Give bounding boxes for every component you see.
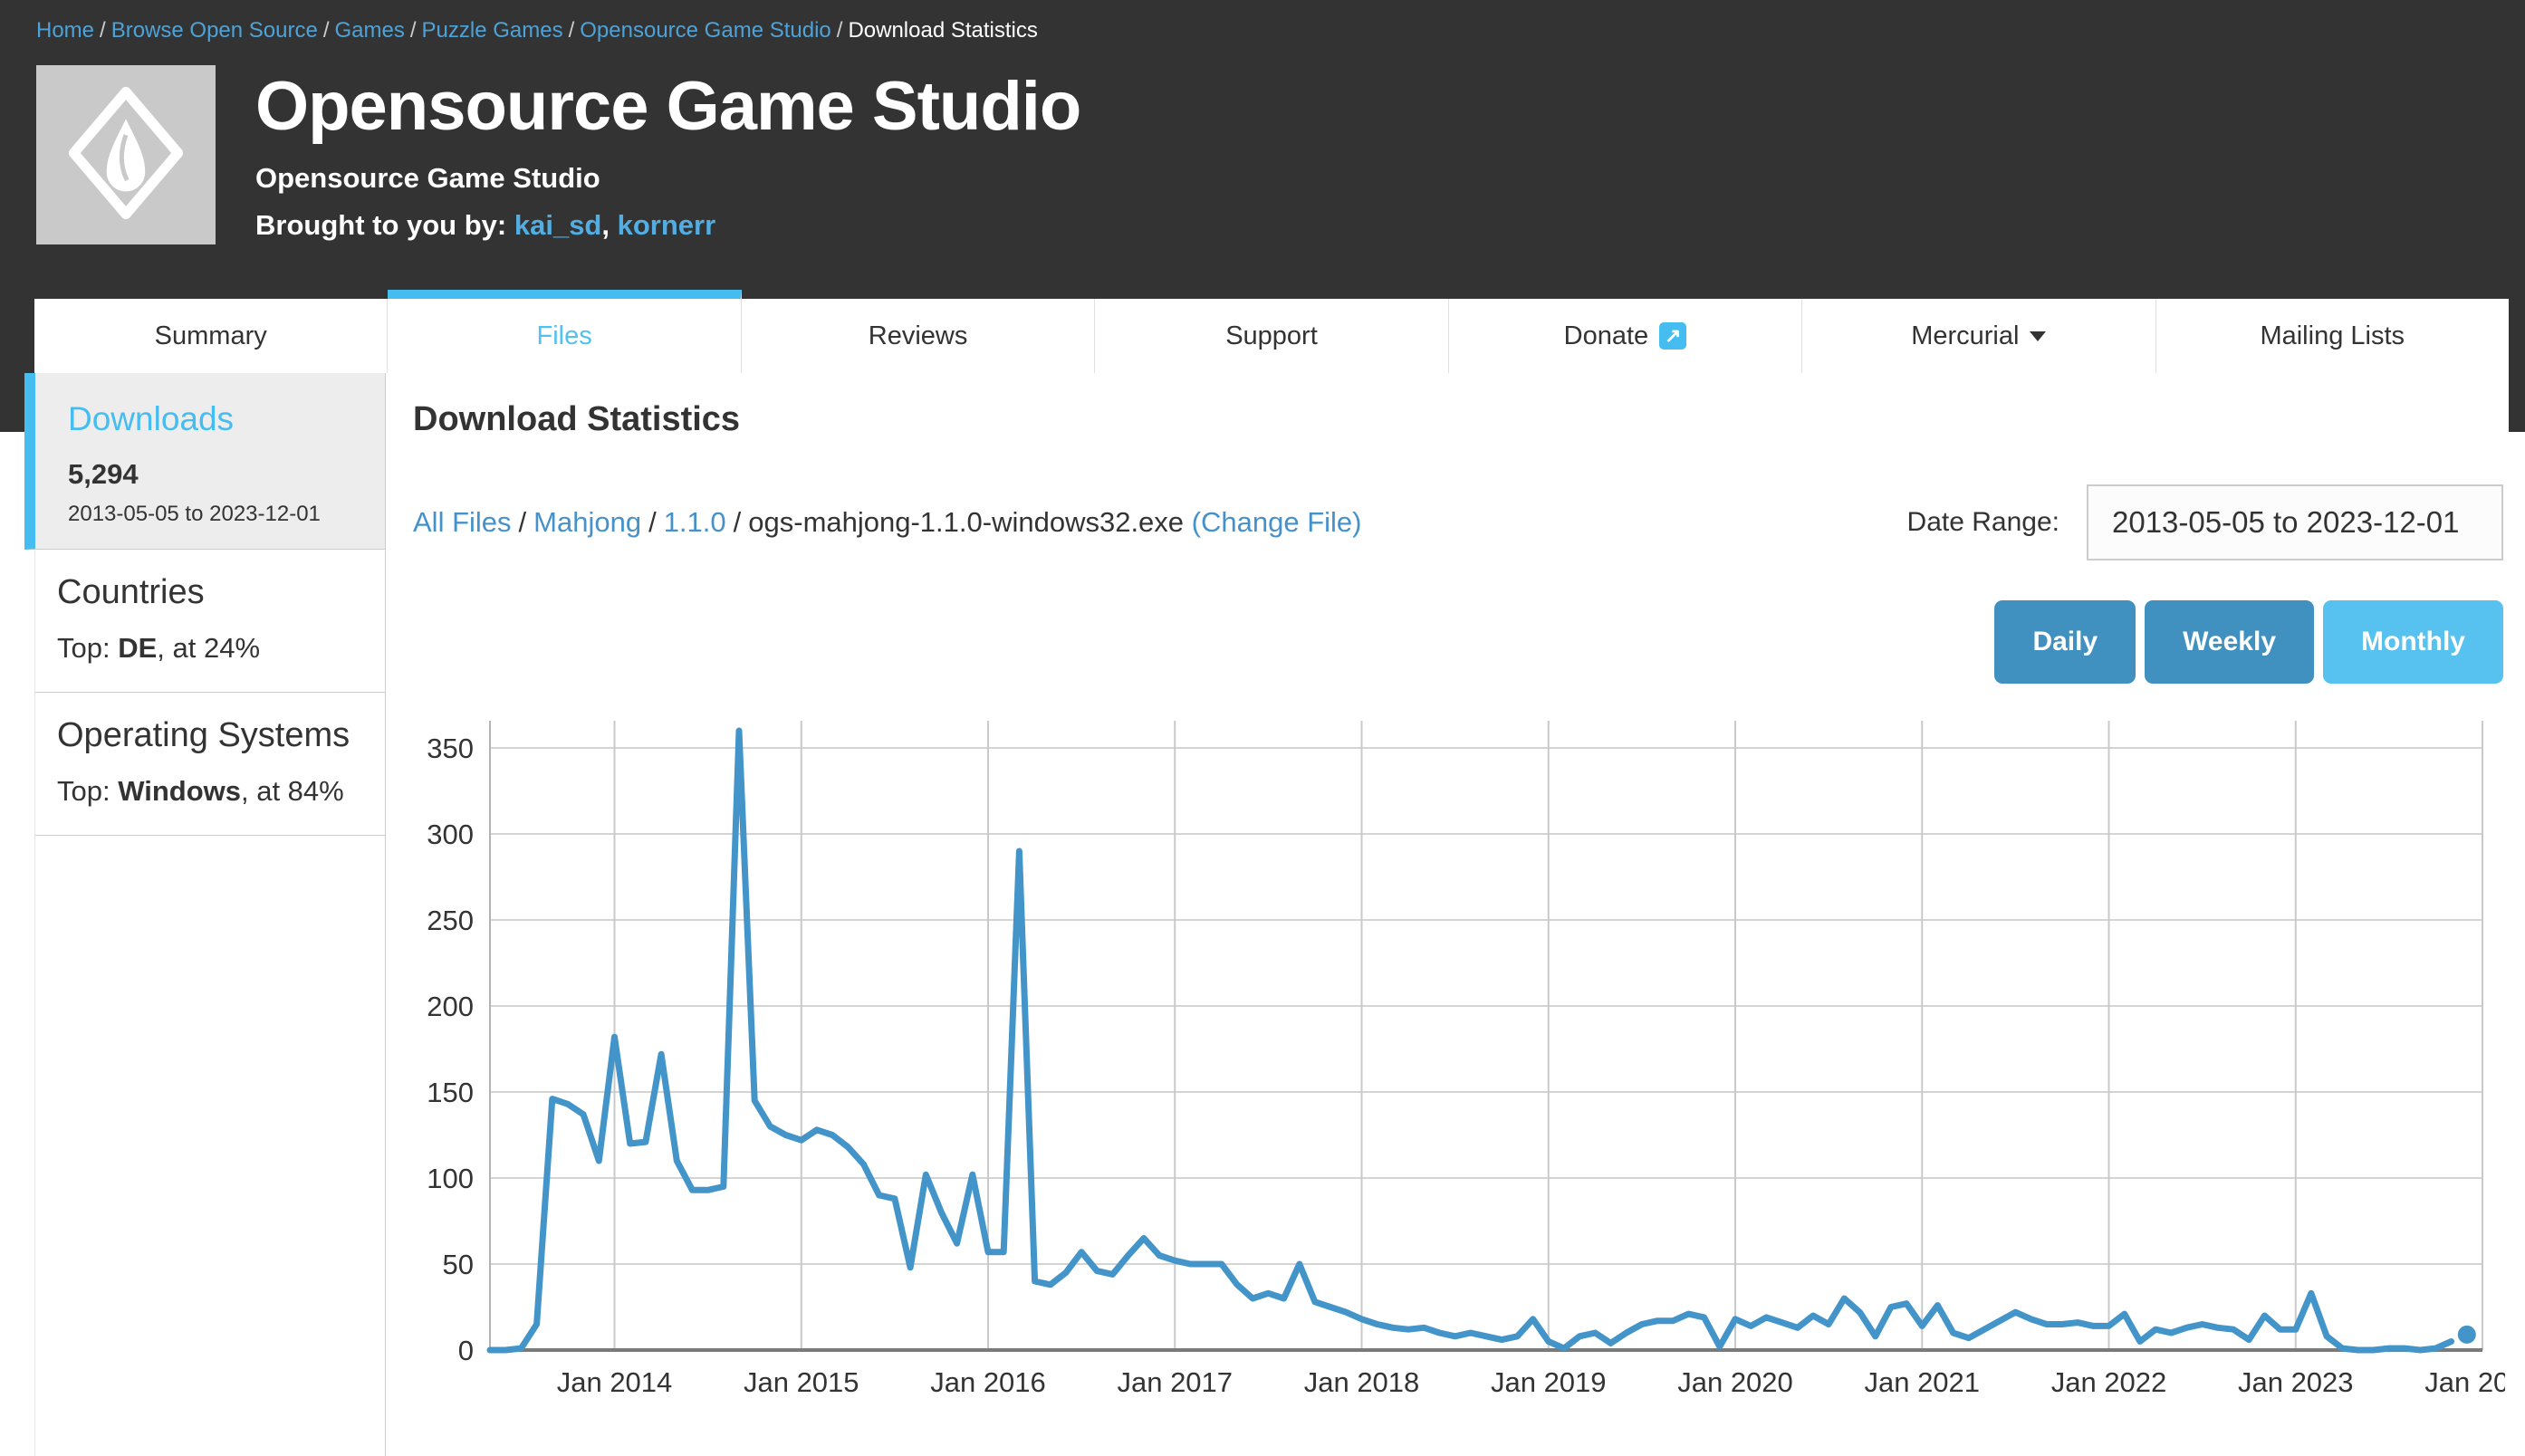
download-statistics-heading: Download Statistics [413, 400, 2509, 439]
breadcrumb-link-puzzle-games[interactable]: Puzzle Games [422, 18, 563, 43]
svg-text:Jan 2018: Jan 2018 [1304, 1366, 1420, 1398]
svg-text:Jan 2014: Jan 2014 [557, 1366, 673, 1398]
svg-text:150: 150 [427, 1077, 474, 1108]
file-breadcrumb-separator: / [641, 506, 664, 538]
content-panel: Downloads 5,294 2013-05-05 to 2023-12-01… [34, 373, 2509, 1456]
sidebar-item-operating-systems[interactable]: Operating Systems Top: Windows, at 84% [35, 693, 385, 836]
sidebar-countries-title: Countries [57, 573, 363, 612]
downloads-chart-container: 0 50 100 150 200 250 300 350 Jan 2014 Jan 2015 Jan… [413, 707, 2509, 1432]
stats-sidebar: Downloads 5,294 2013-05-05 to 2023-12-01… [34, 373, 386, 1456]
svg-text:Jan 2015: Jan 2015 [744, 1366, 859, 1398]
breadcrumb: Home/Browse Open Source/Games/Puzzle Gam… [0, 0, 2525, 56]
file-breadcrumb-file-name: ogs-mahjong-1.1.0-windows32.exe [748, 506, 1184, 538]
breadcrumb-link-games[interactable]: Games [335, 18, 405, 43]
file-breadcrumb-mahjong[interactable]: Mahjong [533, 506, 641, 538]
monthly-button[interactable]: Monthly [2323, 600, 2503, 684]
project-logo [36, 65, 216, 244]
svg-text:250: 250 [427, 905, 474, 936]
download-statistics-page: Home/Browse Open Source/Games/Puzzle Gam… [0, 0, 2525, 1456]
main-area: Download Statistics All Files/Mahjong/1.… [386, 373, 2509, 1456]
granularity-buttons: Daily Weekly Monthly [413, 600, 2509, 684]
project-titles: Opensource Game Studio Opensource Game S… [255, 65, 1080, 244]
breadcrumb-link-home[interactable]: Home [36, 18, 94, 43]
breadcrumb-separator: / [831, 18, 849, 43]
brought-by-label: Brought to you by: [255, 209, 506, 241]
ogs-diamond-drop-icon [67, 85, 185, 225]
svg-text:300: 300 [427, 819, 474, 850]
maintainer-link-kornerr[interactable]: kornerr [618, 209, 716, 241]
change-file-link[interactable]: (Change File) [1192, 506, 1362, 538]
tab-donate-label: Donate [1564, 321, 1649, 351]
weekly-button[interactable]: Weekly [2145, 600, 2314, 684]
breadcrumb-separator: / [318, 18, 335, 43]
tab-summary-label: Summary [155, 321, 267, 351]
file-breadcrumb: All Files/Mahjong/1.1.0/ogs-mahjong-1.1.… [413, 506, 1361, 539]
tab-files-label: Files [537, 321, 592, 351]
sidebar-os-top: Top: Windows, at 84% [57, 775, 363, 808]
sidebar-os-title: Operating Systems [57, 716, 363, 755]
svg-text:0: 0 [458, 1335, 474, 1366]
file-breadcrumb-separator: / [512, 506, 534, 538]
svg-text:350: 350 [427, 733, 474, 764]
sidebar-item-countries[interactable]: Countries Top: DE, at 24% [35, 550, 385, 693]
project-title-block: Opensource Game Studio Opensource Game S… [0, 56, 2525, 290]
svg-text:200: 200 [427, 991, 474, 1022]
sidebar-downloads-title: Downloads [68, 400, 363, 438]
breadcrumb-separator: / [563, 18, 581, 43]
project-tabs: Summary Files Reviews Support Donate ↗ Me… [34, 290, 2509, 373]
file-breadcrumb-separator: / [726, 506, 749, 538]
sidebar-item-downloads[interactable]: Downloads 5,294 2013-05-05 to 2023-12-01 [24, 373, 385, 550]
date-range-label: Date Range: [1907, 507, 2059, 538]
page-title: Opensource Game Studio [255, 67, 1080, 146]
tab-files[interactable]: Files [388, 290, 741, 373]
breadcrumb-link-browse[interactable]: Browse Open Source [111, 18, 318, 43]
tab-summary[interactable]: Summary [34, 299, 388, 373]
breadcrumb-separator: / [94, 18, 111, 43]
tab-mercurial[interactable]: Mercurial [1802, 299, 2155, 373]
daily-button[interactable]: Daily [1994, 600, 2136, 684]
svg-text:Jan 2016: Jan 2016 [930, 1366, 1046, 1398]
external-link-icon: ↗ [1659, 322, 1686, 350]
sidebar-countries-top: Top: DE, at 24% [57, 632, 363, 665]
svg-text:Jan 2019: Jan 2019 [1491, 1366, 1607, 1398]
maintainer-separator: , [601, 209, 610, 241]
svg-text:100: 100 [427, 1163, 474, 1194]
tab-donate[interactable]: Donate ↗ [1449, 299, 1802, 373]
tab-support[interactable]: Support [1095, 299, 1448, 373]
sidebar-downloads-range: 2013-05-05 to 2023-12-01 [68, 502, 363, 527]
svg-text:50: 50 [443, 1249, 474, 1280]
file-selector-row: All Files/Mahjong/1.1.0/ogs-mahjong-1.1.… [413, 484, 2509, 560]
tab-reviews-label: Reviews [869, 321, 968, 351]
tab-support-label: Support [1225, 321, 1318, 351]
svg-text:Jan 2022: Jan 2022 [2051, 1366, 2167, 1398]
breadcrumb-separator: / [405, 18, 422, 43]
date-range-control: Date Range: [1907, 484, 2503, 560]
svg-text:Jan 2021: Jan 2021 [1864, 1366, 1980, 1398]
downloads-chart: 0 50 100 150 200 250 300 350 Jan 2014 Jan 2015 Jan… [413, 707, 2505, 1432]
project-subtitle: Opensource Game Studio [255, 162, 1080, 195]
svg-text:Jan 2020: Jan 2020 [1677, 1366, 1793, 1398]
brought-by-line: Brought to you by: kai_sd, kornerr [255, 209, 1080, 242]
maintainer-link-kai-sd[interactable]: kai_sd [514, 209, 602, 241]
breadcrumb-link-project[interactable]: Opensource Game Studio [580, 18, 831, 43]
caret-down-icon [2030, 331, 2046, 341]
svg-text:Jan 2023: Jan 2023 [2238, 1366, 2354, 1398]
tab-mailing-lists[interactable]: Mailing Lists [2156, 299, 2509, 373]
tab-mercurial-label: Mercurial [1911, 321, 2019, 351]
svg-text:Jan 2017: Jan 2017 [1117, 1366, 1233, 1398]
file-breadcrumb-all-files[interactable]: All Files [413, 506, 512, 538]
sidebar-downloads-count: 5,294 [68, 458, 363, 491]
tab-reviews[interactable]: Reviews [742, 299, 1095, 373]
tab-mailing-lists-label: Mailing Lists [2260, 321, 2405, 351]
date-range-input[interactable] [2087, 484, 2503, 560]
breadcrumb-current: Download Statistics [848, 18, 1037, 43]
project-header: Home/Browse Open Source/Games/Puzzle Gam… [0, 0, 2525, 432]
svg-text:Jan 2024: Jan 2024 [2424, 1366, 2505, 1398]
file-breadcrumb-version[interactable]: 1.1.0 [664, 506, 726, 538]
